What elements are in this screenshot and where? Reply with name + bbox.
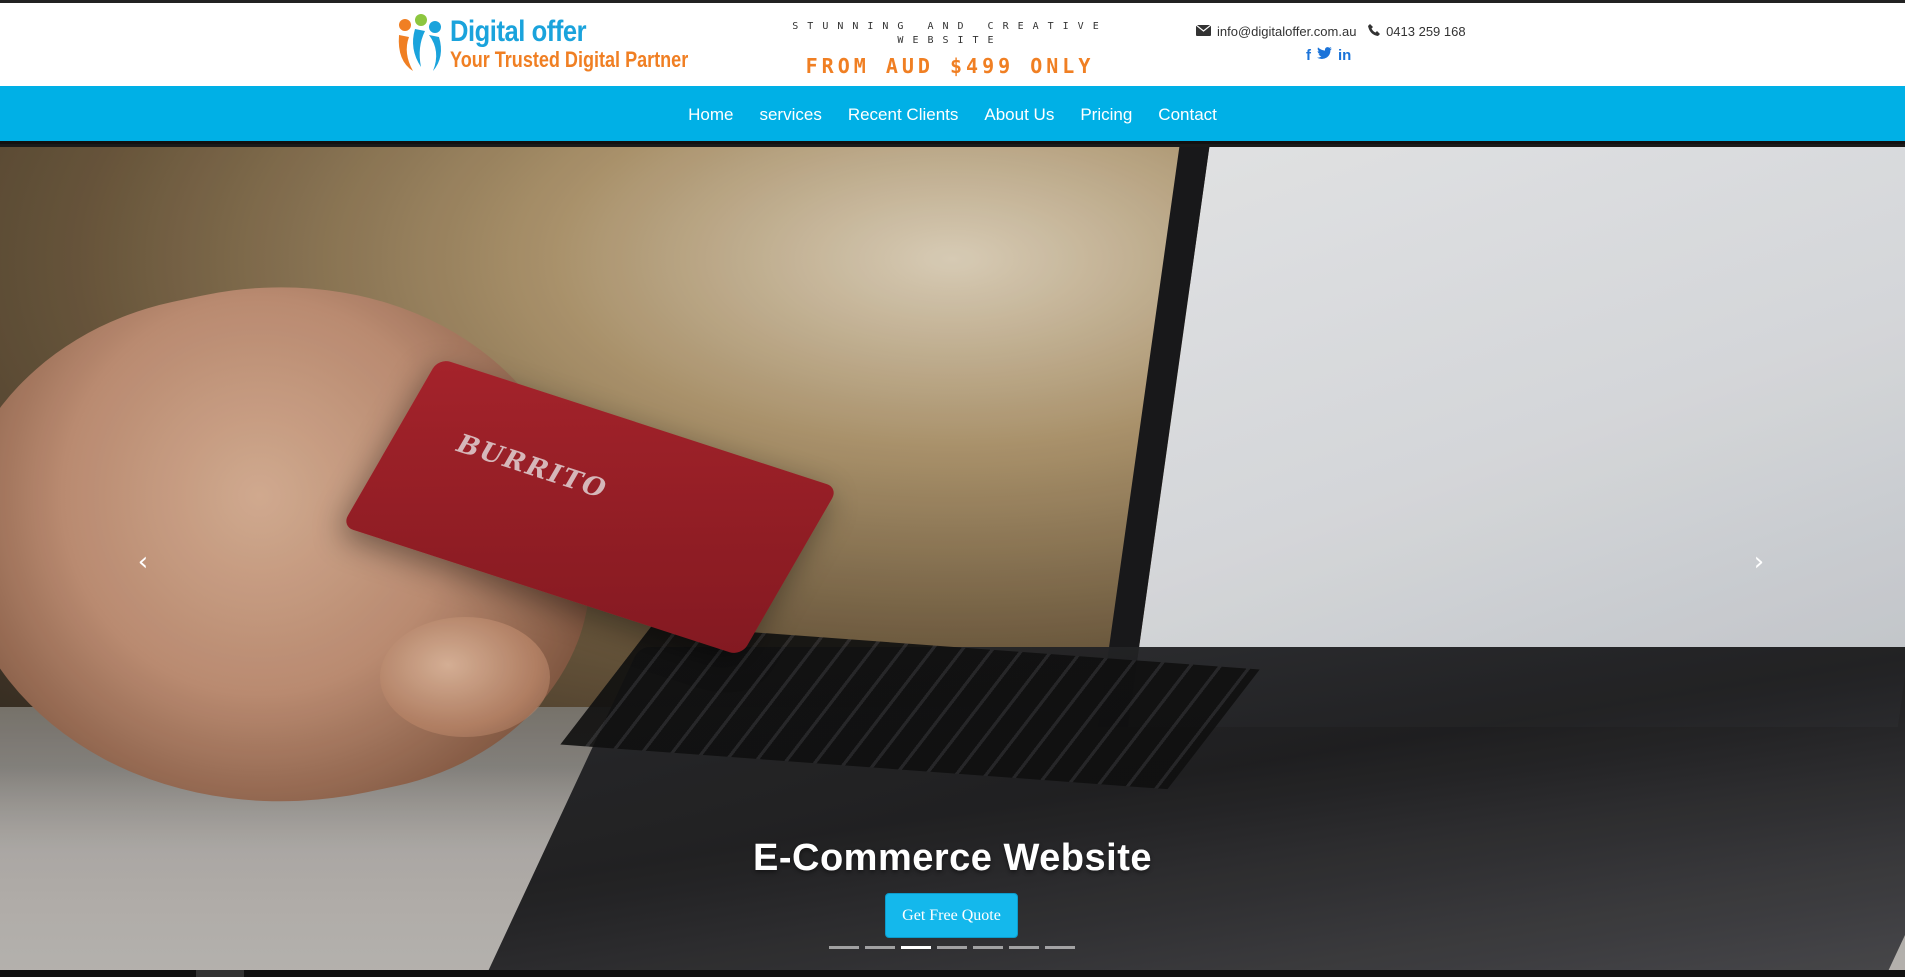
logo-people-icon xyxy=(398,14,441,71)
carousel-indicator[interactable] xyxy=(973,946,1003,949)
page: Digital offer Your Trusted Digital Partn… xyxy=(0,0,1905,977)
nav-home[interactable]: Home xyxy=(688,105,733,125)
promo-headline: STUNNING AND CREATIVE WEBSITE xyxy=(792,21,1108,46)
nav-pricing[interactable]: Pricing xyxy=(1080,105,1132,125)
slide-title: E-Commerce Website xyxy=(753,837,1152,879)
slide-caption: E-Commerce Website xyxy=(0,837,1905,880)
carousel-indicator[interactable] xyxy=(865,946,895,949)
promo-banner: STUNNING AND CREATIVE WEBSITE FROM AUD $… xyxy=(790,20,1110,78)
nav-recent-clients[interactable]: Recent Clients xyxy=(848,105,959,125)
carousel-indicator[interactable] xyxy=(829,946,859,949)
social-links: f in xyxy=(1306,47,1351,64)
carousel-next-arrow-icon[interactable]: › xyxy=(1744,547,1774,577)
nav-about-us[interactable]: About Us xyxy=(984,105,1054,125)
logo-title: Digital offer xyxy=(450,15,587,48)
get-free-quote-button[interactable]: Get Free Quote xyxy=(885,893,1018,938)
email-text: info@digitaloffer.com.au xyxy=(1217,24,1357,39)
main-navbar: Home services Recent Clients About Us Pr… xyxy=(0,86,1905,144)
phone-link[interactable]: 0413 259 168 xyxy=(1368,24,1466,39)
facebook-icon[interactable]: f xyxy=(1306,47,1311,64)
hero-carousel: BURRITO ‹ › E-Commerce Website xyxy=(0,147,1905,970)
contact-info: info@digitaloffer.com.au 0413 259 168 xyxy=(1195,24,1474,39)
horizontal-scrollbar[interactable] xyxy=(0,970,1905,977)
phone-text: 0413 259 168 xyxy=(1386,24,1466,39)
promo-price: FROM AUD $499 ONLY xyxy=(805,54,1095,78)
email-link[interactable]: info@digitaloffer.com.au xyxy=(1195,24,1357,39)
envelope-icon xyxy=(1195,24,1212,39)
nav-services[interactable]: services xyxy=(759,105,821,125)
logo-tagline: Your Trusted Digital Partner xyxy=(450,47,689,72)
linkedin-icon[interactable]: in xyxy=(1338,47,1351,64)
site-logo[interactable]: Digital offer Your Trusted Digital Partn… xyxy=(395,13,689,75)
carousel-prev-arrow-icon[interactable]: ‹ xyxy=(128,547,158,577)
carousel-indicator-active[interactable] xyxy=(901,946,931,949)
twitter-icon[interactable] xyxy=(1317,47,1332,64)
nav-contact[interactable]: Contact xyxy=(1158,105,1217,125)
carousel-indicator[interactable] xyxy=(1009,946,1039,949)
scrollbar-thumb[interactable] xyxy=(196,970,244,977)
phone-icon xyxy=(1368,24,1381,39)
carousel-indicator[interactable] xyxy=(1045,946,1075,949)
carousel-indicators xyxy=(829,946,1075,949)
site-header: Digital offer Your Trusted Digital Partn… xyxy=(0,0,1905,86)
carousel-indicator[interactable] xyxy=(937,946,967,949)
